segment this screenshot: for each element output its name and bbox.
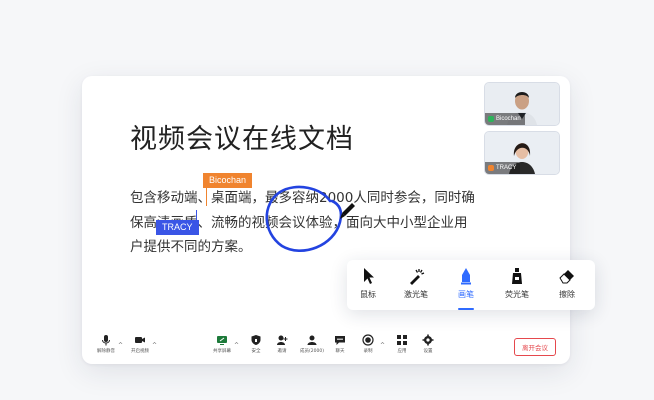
- participant-name-tag: TRACY: [485, 162, 521, 174]
- mic-on-icon: [488, 116, 494, 122]
- tool-pen[interactable]: 画笔: [445, 260, 487, 310]
- share-screen-icon: [217, 336, 227, 345]
- document-line-1: 包含移动端、桌面端，最多容纳2000人同时参会，同时确: [130, 190, 475, 206]
- mic-muted-icon: [488, 165, 494, 171]
- video-button[interactable]: 开启视频 ^: [124, 334, 157, 354]
- tool-laser-pointer[interactable]: 激光笔: [395, 260, 437, 310]
- highlighter-icon: [512, 268, 522, 284]
- shield-icon: [251, 335, 261, 345]
- mute-button[interactable]: 解除静音 ^: [90, 334, 123, 354]
- gear-icon: [422, 334, 434, 346]
- annotation-tool-palette: 鼠标 激光笔 画笔 荧光笔 擦除: [347, 260, 595, 310]
- tracy-cursor-label: TRACY: [156, 220, 199, 235]
- participant-name-tag: Bicochan: [485, 113, 525, 125]
- apps-grid-icon: [397, 335, 407, 345]
- meeting-toolbar: 解除静音 ^ 开启视频 ^ 共享屏幕 ^ 安全 邀请 成员(2000) 聊天 录…: [82, 330, 570, 364]
- users-icon: [307, 335, 317, 345]
- laser-pointer-icon: [410, 269, 425, 285]
- camera-icon: [135, 337, 145, 343]
- chevron-up-icon[interactable]: ^: [380, 342, 385, 349]
- participant-video-tracy[interactable]: TRACY: [484, 131, 560, 175]
- record-button[interactable]: 录制 ^: [352, 334, 385, 354]
- chevron-up-icon[interactable]: ^: [152, 342, 157, 349]
- record-icon: [362, 334, 374, 346]
- document-title: 视频会议在线文档: [130, 124, 354, 155]
- chevron-up-icon[interactable]: ^: [234, 342, 239, 349]
- share-screen-button[interactable]: 共享屏幕 ^: [206, 334, 239, 354]
- participant-video-bicochan[interactable]: Bicochan: [484, 82, 560, 126]
- bicochan-text-caret: [206, 186, 207, 206]
- microphone-icon: [102, 335, 110, 346]
- mouse-pointer-icon: [364, 268, 374, 284]
- tool-highlighter[interactable]: 荧光笔: [496, 260, 538, 310]
- document-line-3: 户提供不同的方案。: [130, 239, 252, 255]
- tool-mouse[interactable]: 鼠标: [347, 260, 389, 310]
- bicochan-cursor-label: Bicochan: [203, 173, 253, 188]
- tool-eraser[interactable]: 擦除: [546, 260, 588, 310]
- leave-meeting-button[interactable]: 离开会议: [514, 338, 556, 356]
- chat-icon: [335, 336, 345, 345]
- eraser-icon: [559, 270, 574, 284]
- settings-button[interactable]: 设置: [412, 334, 444, 354]
- chevron-up-icon[interactable]: ^: [118, 342, 123, 349]
- pen-icon: [461, 268, 471, 285]
- add-user-icon: [277, 335, 288, 345]
- invite-button[interactable]: 邀请: [266, 334, 298, 354]
